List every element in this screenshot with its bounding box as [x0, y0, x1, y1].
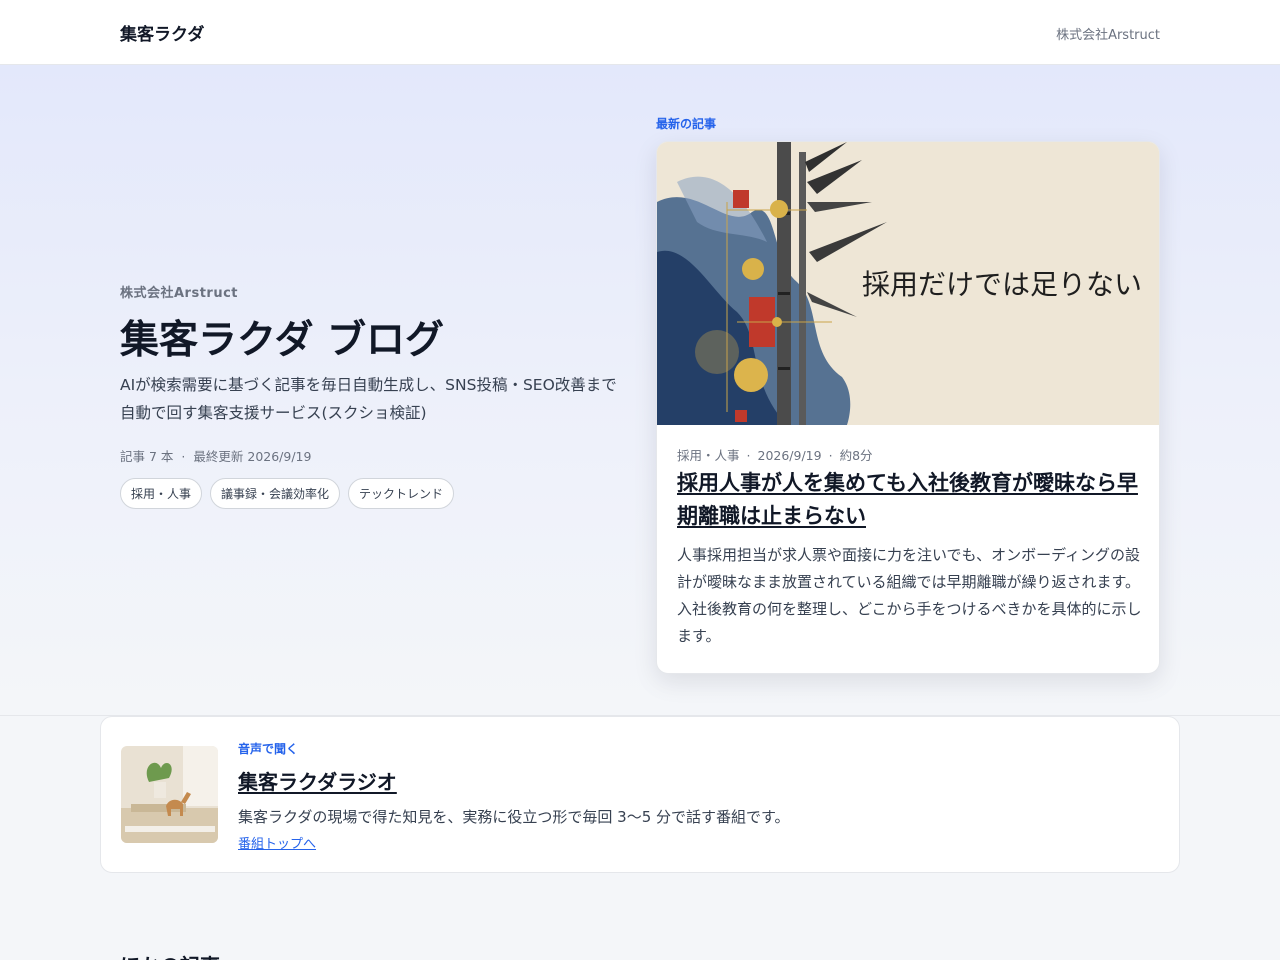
camel-figurine-image [121, 746, 218, 843]
ink-bamboo-illustration: 採用だけでは足りない [657, 142, 1159, 425]
radio-card: 音声で聞く 集客ラクダラジオ 集客ラクダの現場で得た知見を、実務に役立つ形で毎回… [100, 716, 1180, 873]
company-link[interactable]: 株式会社Arstruct [1056, 24, 1160, 43]
article-category: 採用・人事 [677, 448, 740, 463]
radio-top-link[interactable]: 番組トップへ [238, 833, 316, 852]
article-meta: 採用・人事 · 2026/9/19 · 約8分 [677, 445, 873, 464]
tag-meeting-efficiency[interactable]: 議事録・会議効率化 [210, 478, 341, 509]
tag-recruiting-hr[interactable]: 採用・人事 [120, 478, 203, 509]
radio-eyebrow: 音声で聞く [238, 742, 299, 756]
tag-tech-trend[interactable]: テックトレンド [348, 478, 455, 509]
thumbnail-caption: 採用だけでは足りない [862, 268, 1142, 301]
article-title-link[interactable]: 採用人事が人を集めても入社後教育が曖昧なら早期離職は止まらない [677, 467, 1147, 533]
top-bar: 集客ラクダ 株式会社Arstruct [0, 0, 1280, 65]
radio-title-link[interactable]: 集客ラクダラジオ [238, 766, 397, 795]
article-read-time: 約8分 [839, 448, 873, 463]
latest-article-card[interactable]: 採用だけでは足りない 採用・人事 · 2026/9/19 · 約8分 採用人事が人を集め… [656, 141, 1160, 674]
latest-article-label: 最新の記事 [656, 117, 717, 131]
article-date: 2026/9/19 [757, 448, 822, 463]
hero-description: AIが検索需要に基づく記事を毎日自動生成し、SNS投稿・SEO改善まで自動で回す… [120, 376, 617, 422]
meta-separator: · [746, 448, 751, 463]
radio-thumbnail [121, 746, 218, 843]
meta-separator: · [181, 449, 186, 464]
page-title: 集客ラクダ ブログ [120, 318, 445, 363]
hero-eyebrow: 株式会社Arstruct [120, 286, 239, 301]
other-articles-heading: ほかの記事 [120, 950, 220, 960]
last-updated: 最終更新 2026/9/19 [193, 449, 312, 464]
meta-separator: · [828, 448, 833, 463]
brand-logo-link[interactable]: 集客ラクダ [120, 20, 204, 45]
hero-section: 株式会社Arstruct 集客ラクダ ブログ AIが検索需要に基づく記事を毎日自… [0, 65, 1280, 716]
radio-description: 集客ラクダの現場で得た知見を、実務に役立つ形で毎回 3〜5 分で話す番組です。 [238, 808, 790, 826]
article-thumbnail[interactable]: 採用だけでは足りない [657, 142, 1159, 425]
tag-list: 採用・人事 議事録・会議効率化 テックトレンド [120, 478, 455, 509]
blog-meta: 記事 7 本 · 最終更新 2026/9/19 [120, 446, 311, 465]
article-count: 記事 7 本 [120, 449, 174, 464]
article-excerpt: 人事採用担当が求人票や面接に力を注いでも、オンボーディングの設計が曖昧なまま放置… [677, 546, 1142, 645]
